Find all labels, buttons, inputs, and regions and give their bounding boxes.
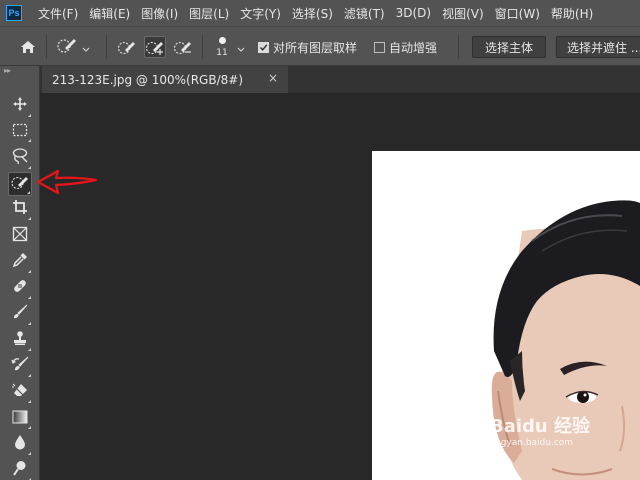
lasso-tool[interactable] xyxy=(8,146,32,170)
document-tab-title: 213-123E.jpg @ 100%(RGB/8#) xyxy=(52,72,244,87)
document-tab[interactable]: 213-123E.jpg @ 100%(RGB/8#) × xyxy=(42,66,288,93)
clone-stamp-tool[interactable] xyxy=(8,328,32,352)
dodge-icon xyxy=(13,460,27,480)
crop-tool[interactable] xyxy=(8,197,32,221)
move-icon xyxy=(12,96,28,116)
subtract-from-selection-mode[interactable] xyxy=(172,27,194,67)
menu-help[interactable]: 帮助(H) xyxy=(551,5,593,22)
menu-3d[interactable]: 3D(D) xyxy=(396,6,431,20)
auto-enhance-option[interactable]: 自动增强 xyxy=(374,27,437,67)
menu-file[interactable]: 文件(F) xyxy=(38,5,78,22)
tools-panel: ▸▸ xyxy=(0,66,40,480)
sample-all-layers-checkbox[interactable] xyxy=(258,41,269,53)
chevron-down-icon xyxy=(82,38,90,57)
options-bar: 11 对所有图层取样 自动增强 选择主体 选择并遮住 ... xyxy=(0,26,640,66)
eraser-icon xyxy=(11,382,29,402)
separator xyxy=(106,35,107,59)
brush-tool[interactable] xyxy=(8,302,32,326)
close-icon[interactable]: × xyxy=(268,71,278,85)
menu-select[interactable]: 选择(S) xyxy=(292,5,333,22)
add-to-selection-icon[interactable] xyxy=(144,36,166,58)
chevron-down-icon xyxy=(237,38,245,57)
bandage-icon xyxy=(11,277,29,299)
new-selection-icon[interactable] xyxy=(116,36,138,58)
quick-selection-tool[interactable] xyxy=(8,172,32,196)
new-selection-mode[interactable] xyxy=(116,27,138,67)
panel-collapse-grip[interactable]: ▸▸ xyxy=(4,66,11,75)
auto-enhance-label: 自动增强 xyxy=(389,40,438,55)
menu-window[interactable]: 窗口(W) xyxy=(495,5,540,22)
document-tab-strip: 213-123E.jpg @ 100%(RGB/8#) × xyxy=(40,66,640,93)
quick-selection-preset-icon xyxy=(56,36,78,58)
drop-icon xyxy=(13,434,27,454)
lasso-icon xyxy=(11,147,29,169)
auto-enhance-checkbox[interactable] xyxy=(374,41,385,53)
menu-view[interactable]: 视图(V) xyxy=(442,5,484,22)
menu-bar: Ps 文件(F) 编辑(E) 图像(I) 图层(L) 文字(Y) 选择(S) 滤… xyxy=(0,0,640,26)
brush-icon xyxy=(12,304,28,324)
brush-chevron[interactable] xyxy=(237,27,245,67)
marquee-tool[interactable] xyxy=(8,119,32,143)
select-subject-button[interactable]: 选择主体 xyxy=(472,36,546,58)
dodge-tool[interactable] xyxy=(8,458,32,480)
brush-size-picker[interactable]: 11 xyxy=(212,35,232,61)
gradient-tool[interactable] xyxy=(8,406,32,430)
subtract-from-selection-icon[interactable] xyxy=(172,36,194,58)
frame-tool[interactable] xyxy=(8,224,32,248)
separator xyxy=(458,35,459,59)
crop-icon xyxy=(12,199,28,219)
menu-type[interactable]: 文字(Y) xyxy=(240,5,281,22)
menu-image[interactable]: 图像(I) xyxy=(141,5,178,22)
watermark-url: jingyan.baidu.com xyxy=(490,438,574,448)
separator xyxy=(46,35,47,59)
separator xyxy=(202,35,203,59)
stamp-icon xyxy=(12,330,28,350)
add-to-selection-mode[interactable] xyxy=(144,27,166,67)
move-tool[interactable] xyxy=(8,94,32,118)
menu-edit[interactable]: 编辑(E) xyxy=(89,5,130,22)
watermark-text: Baidu 经验 xyxy=(490,416,591,437)
healing-brush-tool[interactable] xyxy=(8,276,32,300)
brush-tip-icon xyxy=(218,37,226,44)
menu-filter[interactable]: 滤镜(T) xyxy=(344,5,385,22)
history-brush-tool[interactable] xyxy=(8,354,32,378)
blur-tool[interactable] xyxy=(8,432,32,456)
sample-all-layers-option[interactable]: 对所有图层取样 xyxy=(258,27,357,67)
photoshop-logo[interactable]: Ps xyxy=(6,5,22,21)
gradient-icon xyxy=(12,409,28,428)
annotation-arrow xyxy=(36,168,100,200)
sample-all-layers-label: 对所有图层取样 xyxy=(273,40,358,55)
eyedropper-tool[interactable] xyxy=(8,250,32,274)
eyedropper-icon xyxy=(12,252,28,272)
history-brush-icon xyxy=(11,356,29,376)
tool-preset-picker[interactable] xyxy=(56,27,90,67)
brush-size-value: 11 xyxy=(216,48,228,58)
menu-layer[interactable]: 图层(L) xyxy=(189,5,229,22)
rect-marquee-icon xyxy=(12,122,28,141)
watermark: Baidu 经验 jingyan.baidu.com xyxy=(490,412,590,448)
select-and-mask-button[interactable]: 选择并遮住 ... xyxy=(556,36,640,58)
home-icon[interactable] xyxy=(18,27,38,67)
eraser-tool[interactable] xyxy=(8,380,32,404)
frame-icon xyxy=(12,226,28,246)
